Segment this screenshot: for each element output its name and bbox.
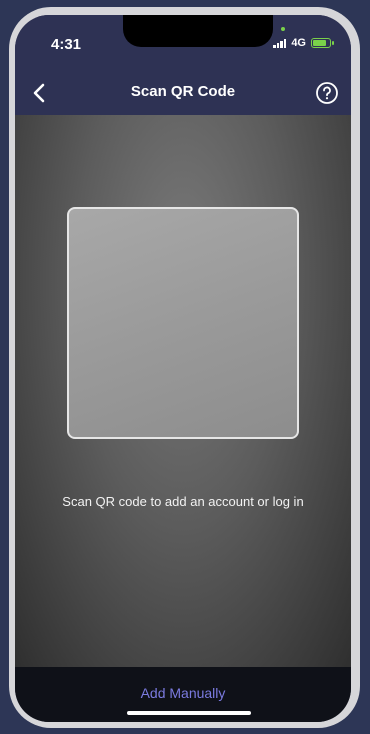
battery-level-fill: [313, 40, 326, 46]
camera-preview: Scan QR code to add an account or log in: [15, 115, 351, 667]
page-title: Scan QR Code: [130, 83, 236, 100]
network-type: 4G: [291, 37, 306, 49]
signal-icon: [273, 38, 287, 48]
add-manually-button[interactable]: Add Manually: [15, 685, 351, 701]
nav-bar: Scan QR Code: [15, 71, 351, 115]
help-button[interactable]: [311, 77, 343, 109]
privacy-indicator-icon: [281, 27, 285, 31]
status-time: 4:31: [51, 36, 82, 53]
scan-hint-text: Scan QR code to add an account or log in: [62, 494, 304, 509]
device-notch: [123, 15, 273, 47]
bottom-bar: Add Manually: [15, 667, 351, 722]
home-indicator[interactable]: [127, 711, 251, 715]
app-screen: 4:31 4G Scan QR Code Scan QR code to add…: [15, 15, 351, 722]
question-circle-icon: [316, 82, 338, 104]
status-icons: 4G: [273, 37, 334, 49]
qr-scan-frame: [67, 207, 299, 439]
battery-icon: [311, 38, 334, 48]
status-bar: 4:31 4G: [15, 15, 351, 71]
